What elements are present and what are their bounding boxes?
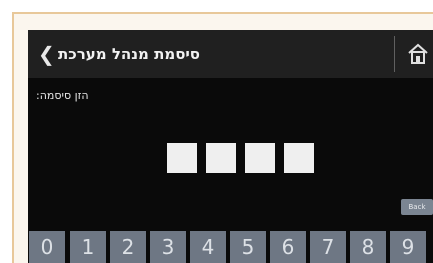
password-prompt: הזן סיסמה:: [36, 89, 89, 102]
key-4[interactable]: 4: [190, 231, 226, 263]
key-2[interactable]: 2: [110, 231, 146, 263]
key-5[interactable]: 5: [230, 231, 266, 263]
pin-digit-box[interactable]: [167, 143, 197, 173]
chevron-left-icon[interactable]: ❮: [38, 44, 55, 64]
pin-entry[interactable]: [167, 143, 317, 173]
key-9[interactable]: 9: [390, 231, 426, 263]
key-8[interactable]: 8: [350, 231, 386, 263]
key-6[interactable]: 6: [270, 231, 306, 263]
backspace-button[interactable]: Back: [401, 199, 433, 215]
numeric-keypad: 0 1 2 3 4 5 6 7 8 9: [28, 231, 433, 263]
title-bar: ❮ סיסמת מנהל מערכת: [28, 30, 433, 78]
key-3[interactable]: 3: [150, 231, 186, 263]
device-screen: ❮ סיסמת מנהל מערכת הזן סיסמה: Back 0 1 2…: [28, 30, 433, 263]
pin-digit-box[interactable]: [284, 143, 314, 173]
key-1[interactable]: 1: [70, 231, 106, 263]
pin-digit-box[interactable]: [245, 143, 275, 173]
key-0[interactable]: 0: [29, 231, 65, 263]
key-7[interactable]: 7: [310, 231, 346, 263]
pin-digit-box[interactable]: [206, 143, 236, 173]
title-divider: [394, 36, 395, 72]
page-title: סיסמת מנהל מערכת: [58, 45, 201, 63]
home-icon[interactable]: [406, 42, 430, 66]
